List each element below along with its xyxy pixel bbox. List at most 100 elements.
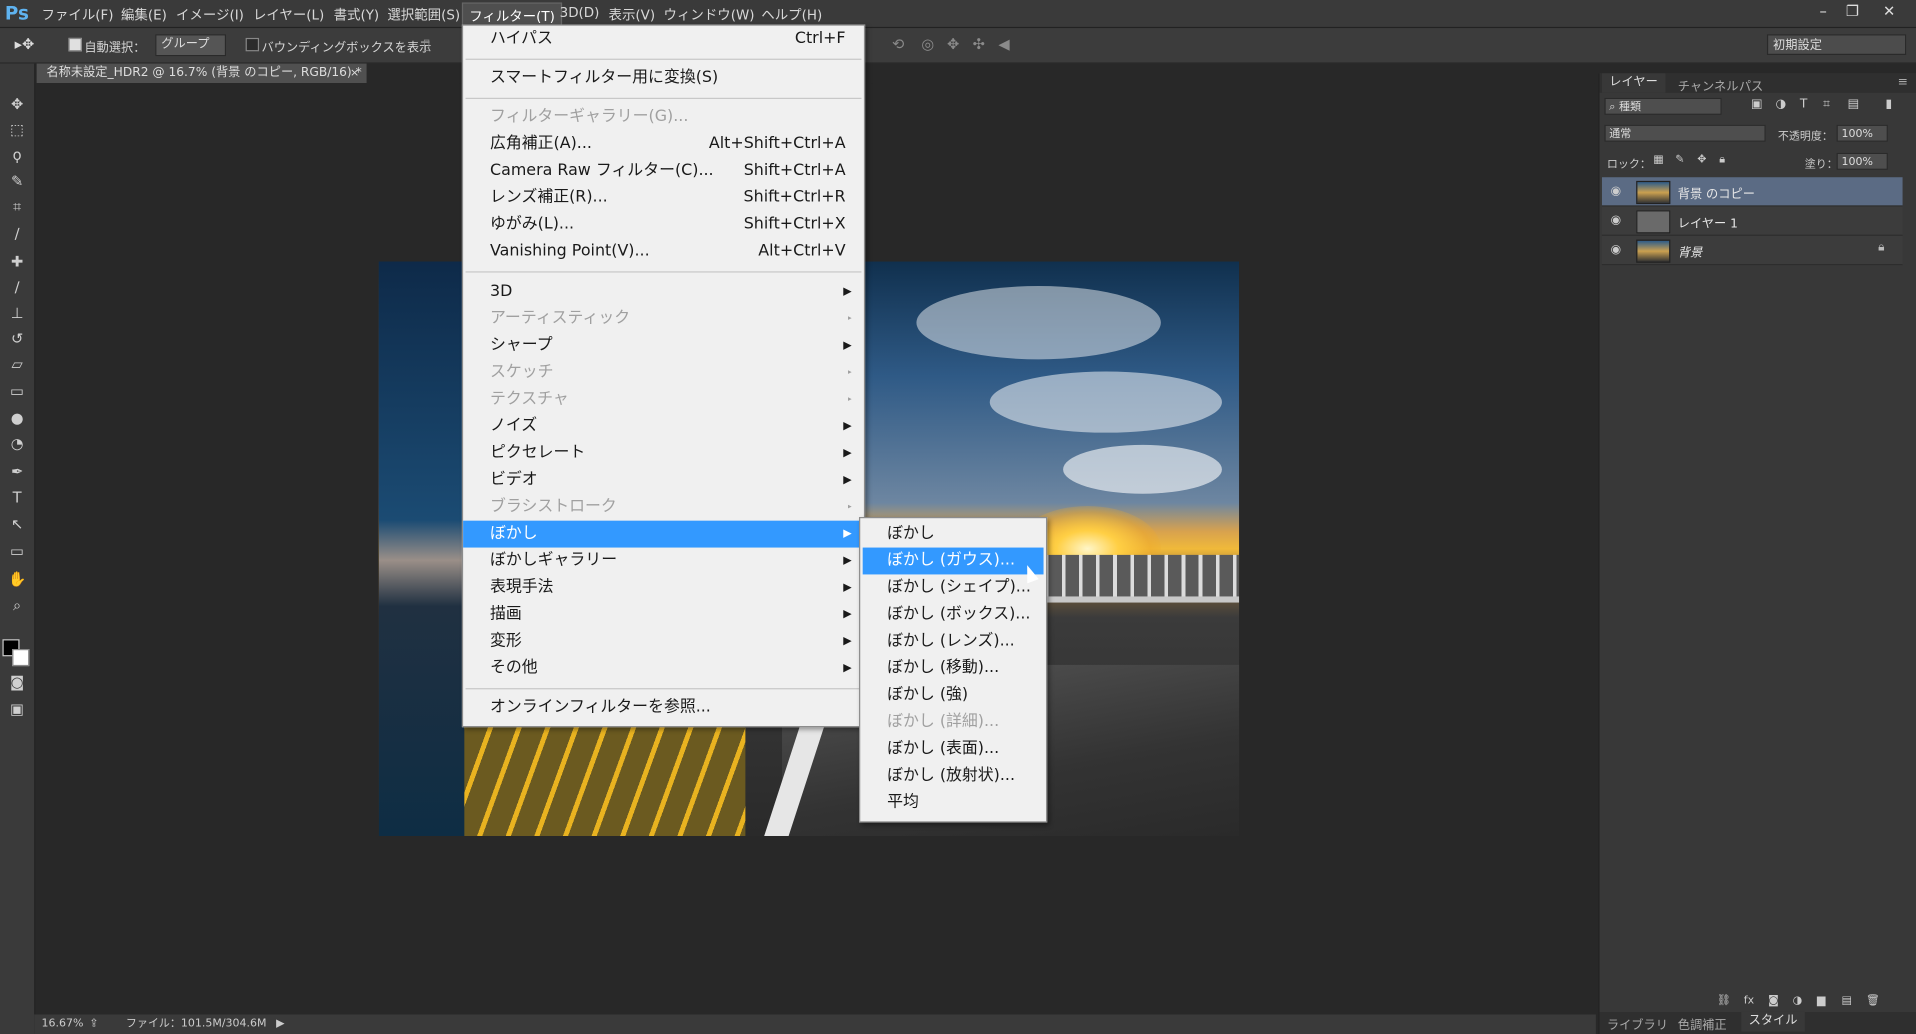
layer-row[interactable]: ◉ 背景 のコピー	[1601, 177, 1903, 207]
3d-slide-icon[interactable]: ✣	[973, 35, 985, 52]
filter-shape-icon[interactable]: ⌗	[1823, 98, 1830, 111]
3d-roll-icon[interactable]: ◎	[921, 35, 934, 52]
quick-mask-icon[interactable]: ◙	[6, 671, 28, 693]
filter-item-noise[interactable]: ノイズ ▶	[463, 413, 864, 440]
menu-layer[interactable]: レイヤー(L)	[253, 5, 324, 25]
filter-item-adaptive-wide-angle[interactable]: 広角補正(A)... Alt+Shift+Ctrl+A	[463, 131, 864, 158]
menu-window[interactable]: ウィンドウ(W)	[664, 5, 755, 25]
filter-item-brush-strokes[interactable]: ブラシストローク ▸	[463, 494, 864, 521]
restore-icon[interactable]: ❐	[1840, 2, 1864, 22]
filter-pixel-icon[interactable]: ▣	[1751, 98, 1763, 111]
filter-item-texture[interactable]: テクスチャ ▸	[463, 386, 864, 413]
add-mask-icon[interactable]: ◙	[1768, 995, 1779, 1007]
filter-item-blur[interactable]: ぼかし ▶	[463, 520, 864, 548]
filter-item-pixelate[interactable]: ピクセレート ▶	[463, 440, 864, 467]
crop-tool-icon[interactable]: ⌗	[6, 196, 28, 218]
filter-type-icon[interactable]: T	[1800, 98, 1807, 111]
filter-item-stylize[interactable]: 表現手法 ▶	[463, 574, 864, 601]
blend-mode-dropdown[interactable]: 通常	[1604, 124, 1766, 142]
3d-scale-icon[interactable]: ◀	[998, 35, 1009, 52]
tab-channels[interactable]: チャンネル	[1678, 76, 1739, 94]
blur-item-smart[interactable]: ぼかし (詳細)...	[863, 709, 1044, 736]
filter-item-render[interactable]: 描画 ▶	[463, 601, 864, 628]
dodge-tool-icon[interactable]: ◔	[6, 433, 28, 455]
filter-item-artistic[interactable]: アーティスティック ▸	[463, 306, 864, 333]
blur-item-gaussian[interactable]: ぼかし (ガウス)...	[862, 547, 1044, 575]
background-color-swatch[interactable]	[12, 648, 30, 667]
menu-image[interactable]: イメージ(I)	[176, 5, 244, 25]
pen-tool-icon[interactable]: ✒	[6, 461, 28, 483]
layer-row[interactable]: ◉ 背景 🔒︎	[1601, 235, 1903, 266]
filter-item-gallery[interactable]: フィルターギャラリー(G)...	[463, 104, 864, 131]
close-tab-icon[interactable]: ×	[350, 64, 359, 84]
lasso-tool-icon[interactable]: ϙ	[6, 144, 28, 166]
blur-item-shape[interactable]: ぼかし (シェイプ)...	[863, 574, 1044, 601]
bounding-box-checkbox[interactable]	[245, 37, 260, 52]
quick-select-tool-icon[interactable]: ✎	[6, 170, 28, 192]
fx-icon[interactable]: fx	[1744, 995, 1754, 1007]
menu-type[interactable]: 書式(Y)	[334, 5, 380, 25]
blur-item-average[interactable]: 平均	[863, 790, 1044, 817]
document-tab[interactable]: 名称未設定_HDR2 @ 16.7% (背景 のコピー, RGB/16) * ×	[36, 63, 367, 84]
panel-menu-icon[interactable]: ≡	[1898, 76, 1908, 89]
tab-layers[interactable]: レイヤー	[1601, 73, 1666, 93]
lock-position-icon[interactable]: ✥	[1697, 154, 1706, 166]
filter-item-sketch[interactable]: スケッチ ▸	[463, 359, 864, 386]
align-icon[interactable]: ▯	[423, 35, 431, 52]
menu-help[interactable]: ヘルプ(H)	[761, 5, 822, 25]
auto-select-checkbox[interactable]	[68, 37, 82, 52]
filter-item-convert-smart[interactable]: スマートフィルター用に変換(S)	[463, 65, 864, 92]
marquee-tool-icon[interactable]: ⬚	[6, 119, 28, 141]
menu-file[interactable]: ファイル(F)	[42, 5, 114, 25]
hand-tool-icon[interactable]: ✋	[6, 568, 28, 590]
filter-item-high-pass[interactable]: ハイパス Ctrl+F	[463, 26, 864, 53]
filter-adjustment-icon[interactable]: ◑	[1775, 98, 1786, 111]
rectangle-tool-icon[interactable]: ▭	[6, 540, 28, 562]
3d-pan-icon[interactable]: ✥	[947, 35, 959, 52]
filter-item-distort[interactable]: 変形 ▶	[463, 628, 864, 655]
type-tool-icon[interactable]: T	[6, 486, 28, 508]
opacity-field[interactable]: 100%	[1836, 124, 1888, 142]
adjustment-layer-icon[interactable]: ◑	[1793, 995, 1803, 1007]
healing-brush-tool-icon[interactable]: ✚	[6, 251, 28, 273]
eye-icon[interactable]: ◉	[1611, 243, 1622, 256]
lock-all-icon[interactable]: 🔒︎	[1719, 154, 1725, 166]
filter-item-blur-gallery[interactable]: ぼかしギャラリー ▶	[463, 548, 864, 575]
workspace-dropdown[interactable]: 初期設定	[1766, 34, 1907, 55]
zoom-tool-icon[interactable]: ⌕	[6, 594, 28, 616]
lock-transparent-icon[interactable]: ▦	[1653, 154, 1663, 166]
tab-adjustments[interactable]: 色調補正	[1678, 1014, 1727, 1032]
close-icon[interactable]: ✕	[1877, 2, 1901, 22]
eye-icon[interactable]: ◉	[1611, 214, 1622, 227]
minimize-icon[interactable]: –	[1811, 2, 1835, 22]
zoom-level[interactable]: 16.67%	[42, 1014, 84, 1034]
delete-layer-icon[interactable]: 🗑︎	[1866, 995, 1880, 1007]
menu-3d[interactable]: 3D(D)	[560, 5, 600, 21]
menu-edit[interactable]: 編集(E)	[121, 5, 167, 25]
auto-select-target-dropdown[interactable]: グループ	[155, 34, 227, 57]
eraser-tool-icon[interactable]: ▱	[6, 353, 28, 375]
path-select-tool-icon[interactable]: ↖	[6, 513, 28, 535]
export-icon[interactable]: ⇪	[89, 1014, 98, 1034]
new-layer-icon[interactable]: ▤	[1841, 995, 1851, 1007]
screen-mode-icon[interactable]: ▣	[6, 698, 28, 720]
blur-item-motion[interactable]: ぼかし (移動)...	[863, 655, 1044, 682]
3d-rotate-icon[interactable]: ⟲	[892, 35, 904, 52]
blur-item-radial[interactable]: ぼかし (放射状)...	[863, 763, 1044, 790]
blur-item-blur[interactable]: ぼかし	[863, 521, 1044, 548]
blur-tool-icon[interactable]: ●	[6, 407, 28, 429]
filter-toggle-icon[interactable]: ▮	[1885, 98, 1892, 111]
menu-select[interactable]: 選択範囲(S)	[387, 5, 460, 25]
lock-image-icon[interactable]: ✎	[1675, 154, 1684, 166]
layer-filter-dropdown[interactable]: ⌕ 種類	[1604, 97, 1722, 115]
filter-item-other[interactable]: その他 ▶	[463, 655, 864, 682]
new-group-icon[interactable]: ▆	[1817, 995, 1825, 1007]
blur-item-lens[interactable]: ぼかし (レンズ)...	[863, 628, 1044, 655]
gradient-tool-icon[interactable]: ▭	[6, 380, 28, 402]
filter-item-liquify[interactable]: ゆがみ(L)... Shift+Ctrl+X	[463, 211, 864, 238]
tab-styles[interactable]: スタイル	[1741, 1011, 1805, 1032]
filter-item-vanishing-point[interactable]: Vanishing Point(V)... Alt+Ctrl+V	[463, 238, 864, 265]
menu-view[interactable]: 表示(V)	[609, 5, 656, 25]
filter-item-3d[interactable]: 3D ▶	[463, 279, 864, 306]
filter-item-sharpen[interactable]: シャープ ▶	[463, 332, 864, 359]
